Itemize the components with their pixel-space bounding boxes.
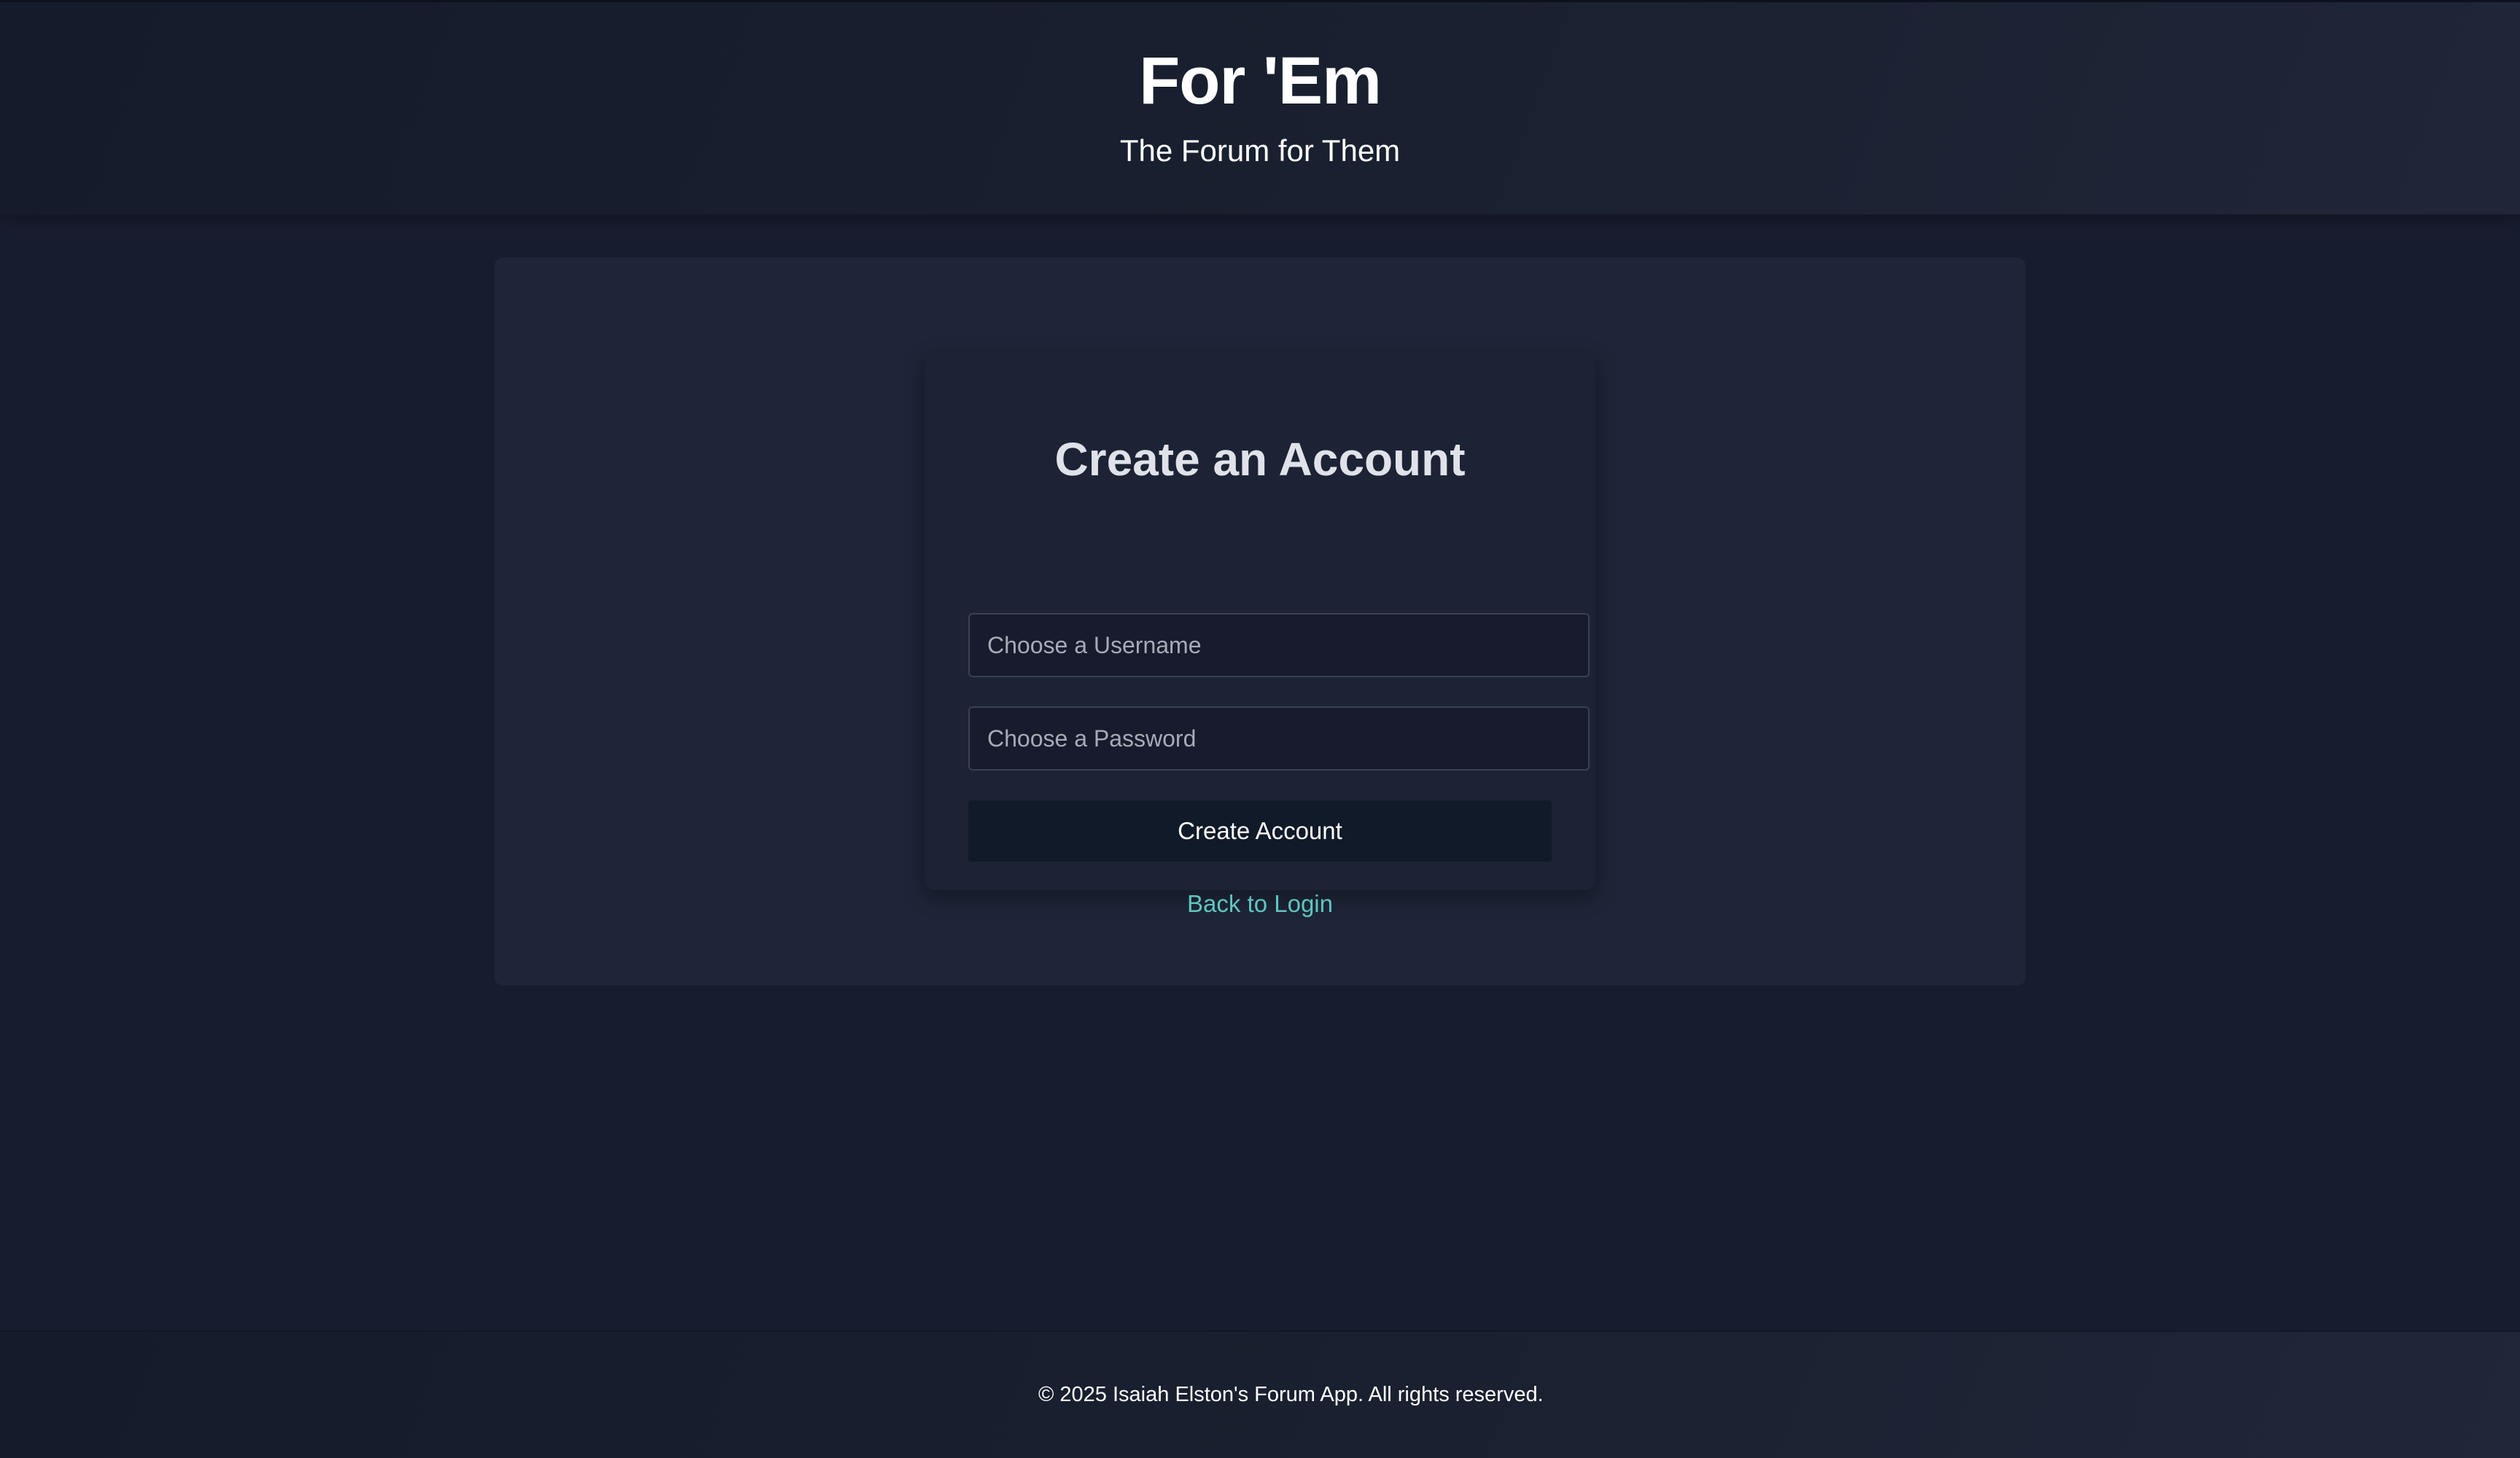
back-to-login-link[interactable]: Back to Login <box>925 890 1595 918</box>
password-input[interactable] <box>968 706 1590 771</box>
site-subtitle: The Forum for Them <box>1119 133 1401 168</box>
username-input[interactable] <box>968 613 1590 677</box>
site-footer: © 2025 Isaiah Elston's Forum App. All ri… <box>0 1330 2520 1458</box>
signup-title: Create an Account <box>1054 433 1466 486</box>
signup-card: Create an Account Create Account Back to… <box>925 352 1595 917</box>
site-title: For 'Em <box>1139 44 1382 118</box>
site-header: For 'Em The Forum for Them <box>0 0 2520 214</box>
create-account-button[interactable]: Create Account <box>968 800 1552 862</box>
copyright-text: © 2025 Isaiah Elston's Forum App. All ri… <box>1038 1383 1544 1406</box>
main-content-panel: Create an Account Create Account Back to… <box>494 257 2026 986</box>
